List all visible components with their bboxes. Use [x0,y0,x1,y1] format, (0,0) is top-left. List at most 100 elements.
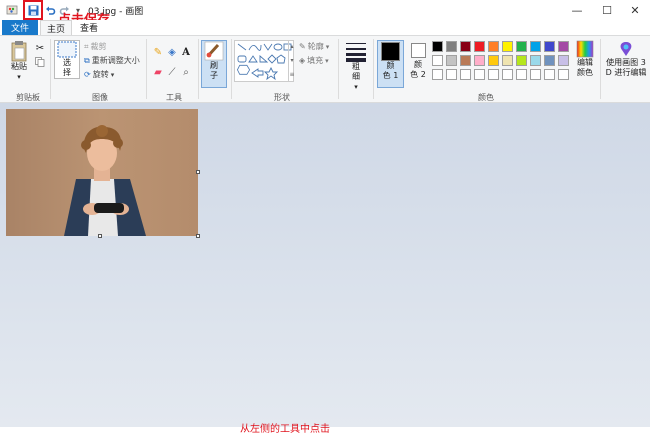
save-button[interactable] [26,2,40,18]
ribbon-tabs: 文件 主页 查看 [0,20,650,35]
select-button[interactable]: 选 择 [54,40,80,79]
palette-swatch[interactable] [544,55,555,66]
tools-group-label: 工具 [166,93,182,102]
palette-swatch[interactable] [432,69,443,80]
resize-handle-corner[interactable] [196,234,200,238]
color-picker-icon[interactable]: ⟋ [166,66,178,78]
paste-button[interactable]: 粘贴 ▾ [6,40,32,82]
palette-swatch[interactable] [558,69,569,80]
palette-swatch[interactable] [488,41,499,52]
brushes-label-2: 子 [210,71,218,80]
palette-swatch[interactable] [460,69,471,80]
tab-view[interactable]: 查看 [74,20,104,35]
palette-swatch[interactable] [530,41,541,52]
colors-group-label: 颜色 [478,93,494,102]
color1-swatch [381,42,400,61]
separator [373,39,374,99]
palette-swatch[interactable] [516,55,527,66]
chevron-down-icon: ▾ [325,56,329,65]
shapes-scroll[interactable]: ▴ ▾ ≡ [288,40,295,82]
cut-icon[interactable]: ✂ [34,42,46,54]
minimize-button[interactable]: — [560,0,594,20]
rotate-button[interactable]: ⟳ 旋转 ▾ [84,69,114,80]
palette-swatch[interactable] [502,41,513,52]
palette-swatch[interactable] [544,41,555,52]
fill-button[interactable]: ◈ 填充 ▾ [299,55,329,66]
crop-icon: ⌗ [84,41,89,51]
palette-swatch[interactable] [474,41,485,52]
eraser-icon[interactable]: ▰ [152,66,164,78]
resize-handle-right[interactable] [196,170,200,174]
close-button[interactable]: ✕ [618,0,650,20]
fill-icon: ◈ [299,56,306,65]
outline-label: 轮廓 [307,42,324,51]
chevron-down-icon: ▾ [354,83,358,91]
color2-label: 颜 [414,60,422,69]
image-group-label: 图像 [92,93,108,102]
brushes-button[interactable]: 刷 子 [201,40,227,88]
resize-button[interactable]: ⧉ 重新调整大小 [84,55,140,66]
paint3d-button[interactable]: 使用画图 3 D 进行编辑 [603,40,649,78]
edit-colors-label: 编辑 [577,58,593,67]
tab-file[interactable]: 文件 [2,20,38,35]
separator [50,39,51,99]
separator [146,39,147,99]
outline-icon: ✎ [299,42,306,51]
magnifier-icon[interactable]: ⌕ [180,66,192,78]
palette-swatch[interactable] [446,69,457,80]
pencil-icon[interactable]: ✎ [152,46,164,58]
palette-swatch[interactable] [488,69,499,80]
crop-label: 裁剪 [90,42,107,51]
paint-app-icon [5,2,19,18]
chevron-down-icon: ▾ [17,73,21,81]
color1-label: 颜 [386,61,395,70]
resize-label: 重新调整大小 [91,56,140,65]
select-label-2: 择 [63,68,71,77]
chevron-down-icon: ▾ [110,70,115,79]
palette-swatch[interactable] [474,55,485,66]
text-tool-icon[interactable]: A [180,46,192,58]
palette-swatch[interactable] [432,41,443,52]
edit-colors-button[interactable]: 编辑 颜色 [572,40,598,78]
brushes-label: 刷 [210,61,218,70]
palette-swatch[interactable] [432,55,443,66]
rotate-label: 旋转 [92,70,109,79]
fill-label: 填充 [307,56,324,65]
palette-swatch[interactable] [446,41,457,52]
separator [231,39,232,99]
palette-swatch[interactable] [502,69,513,80]
shapes-gallery[interactable] [234,40,294,82]
palette-swatch[interactable] [474,69,485,80]
palette-swatch[interactable] [558,41,569,52]
undo-icon[interactable] [43,2,57,18]
palette-swatch[interactable] [446,55,457,66]
outline-button[interactable]: ✎ 轮廓 ▾ [299,41,329,52]
palette-swatch[interactable] [544,69,555,80]
title-bar: ▾ 03.jpg - 画图 点击保存 — ☐ ✕ [0,0,650,28]
shapes-group-label: 形状 [274,93,290,102]
separator [198,39,199,99]
size-button[interactable]: 粗 细 ▾ [343,40,369,92]
fill-bucket-icon[interactable]: ◈ [166,46,178,58]
separator [338,39,339,99]
copy-icon[interactable] [34,56,46,68]
canvas-image[interactable] [6,109,198,236]
color1-button[interactable]: 颜 色 1 [377,40,404,88]
edit-colors-label-2: 颜色 [577,68,593,77]
rotate-icon: ⟳ [84,70,91,79]
tab-home[interactable]: 主页 [40,20,72,35]
palette-swatch[interactable] [530,69,541,80]
palette-swatch[interactable] [460,55,471,66]
crop-button[interactable]: ⌗ 裁剪 [84,41,107,52]
palette-swatch[interactable] [516,69,527,80]
color2-button[interactable]: 颜 色 2 [406,40,430,80]
palette-swatch[interactable] [502,55,513,66]
resize-icon: ⧉ [84,55,90,65]
palette-swatch[interactable] [516,41,527,52]
palette-swatch[interactable] [530,55,541,66]
canvas-workspace[interactable] [0,103,650,427]
resize-handle-bottom[interactable] [98,234,102,238]
palette-swatch[interactable] [488,55,499,66]
palette-swatch[interactable] [558,55,569,66]
palette-swatch[interactable] [460,41,471,52]
